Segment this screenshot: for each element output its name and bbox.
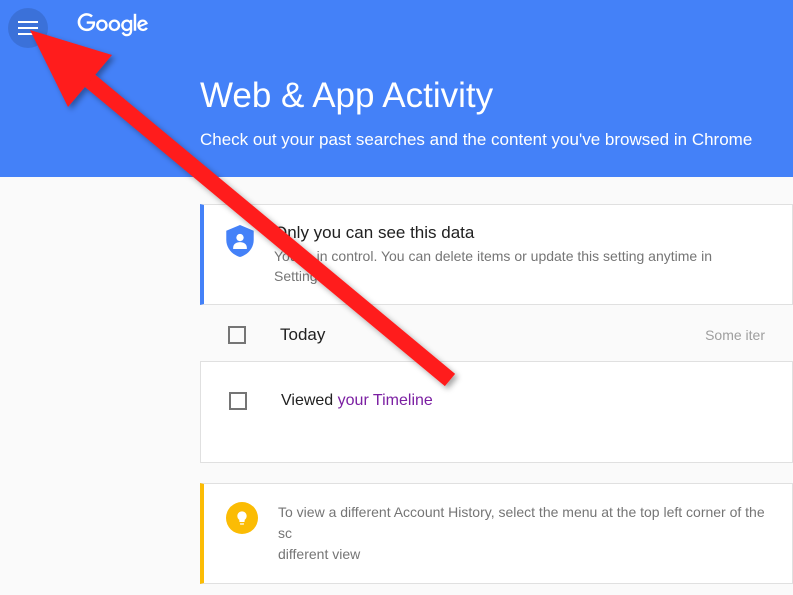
- google-logo: [76, 13, 150, 43]
- page-title: Web & App Activity: [200, 76, 793, 116]
- activity-prefix: Viewed: [281, 392, 338, 409]
- item-checkbox[interactable]: [229, 392, 247, 410]
- timeline-link[interactable]: your Timeline: [338, 392, 433, 409]
- tip-text-line1: To view a different Account History, sel…: [278, 504, 765, 541]
- section-right-text: Some iter: [705, 327, 765, 343]
- activity-item: Viewed your Timeline: [200, 361, 793, 463]
- section-title: Today: [280, 325, 671, 345]
- tip-text: To view a different Account History, sel…: [278, 502, 770, 565]
- privacy-desc: You're in control. You can delete items …: [274, 247, 770, 286]
- menu-button[interactable]: [8, 8, 48, 48]
- tip-card: To view a different Account History, sel…: [200, 483, 793, 584]
- activity-text: Viewed your Timeline: [281, 392, 433, 410]
- privacy-card: Only you can see this data You're in con…: [200, 204, 793, 305]
- page-subtitle: Check out your past searches and the con…: [200, 130, 793, 150]
- hamburger-icon: [18, 21, 38, 35]
- header-top-bar: [0, 0, 793, 56]
- lightbulb-icon: [226, 502, 258, 534]
- main-content: Only you can see this data You're in con…: [0, 177, 793, 584]
- select-all-checkbox[interactable]: [228, 326, 246, 344]
- header-content: Web & App Activity Check out your past s…: [0, 56, 793, 150]
- shield-icon: [226, 225, 254, 262]
- privacy-title: Only you can see this data: [274, 223, 770, 243]
- header-banner: Web & App Activity Check out your past s…: [0, 0, 793, 177]
- tip-text-line2: different view: [278, 546, 360, 562]
- section-header: Today Some iter: [200, 305, 793, 361]
